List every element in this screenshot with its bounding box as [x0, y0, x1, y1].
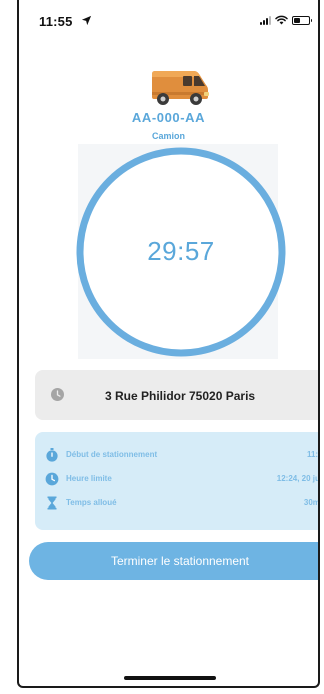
parking-info-card: Début de stationnement 11:54 Heure limit… — [35, 432, 320, 530]
location-arrow-icon — [81, 15, 92, 26]
info-row-limit: Heure limite 12:24, 20 juin — [35, 472, 320, 490]
status-time: 11:55 — [39, 14, 73, 29]
stopwatch-icon — [46, 448, 58, 462]
info-row-allowed: Temps alloué 30min — [35, 496, 320, 514]
info-value: 30min — [303, 498, 320, 507]
status-icons — [260, 14, 312, 26]
info-value: 11:54 — [306, 450, 319, 459]
end-parking-label: Terminer le stationnement — [110, 554, 250, 568]
end-parking-button[interactable]: Terminer le stationnement — [29, 542, 318, 580]
battery-icon — [292, 15, 312, 25]
van-icon — [152, 71, 209, 105]
info-row-start: Début de stationnement 11:54 — [35, 448, 319, 466]
info-label: Début de stationnement — [66, 450, 158, 459]
info-label: Temps alloué — [66, 498, 117, 507]
wifi-icon — [275, 15, 288, 25]
status-bar: 11:55 — [19, 0, 318, 40]
vehicle-type: Camion — [151, 131, 185, 141]
info-label: Heure limite — [66, 474, 112, 483]
hourglass-icon — [47, 496, 57, 510]
license-plate: AA-000-AA — [131, 110, 206, 125]
info-value: 12:24, 20 juin — [276, 474, 320, 483]
parking-address: 3 Rue Philidor 75020 Paris — [105, 389, 256, 403]
home-indicator[interactable] — [124, 676, 216, 680]
countdown-timer: 29:57 — [147, 236, 215, 266]
address-card: 3 Rue Philidor 75020 Paris 0 m — [35, 370, 318, 420]
signal-icon — [260, 15, 271, 25]
clock-icon — [51, 388, 64, 401]
phone-screen: 11:55 AA-000-AA Camion 29:57 3 Rue Phili… — [17, 0, 320, 688]
clock-icon — [45, 472, 59, 486]
